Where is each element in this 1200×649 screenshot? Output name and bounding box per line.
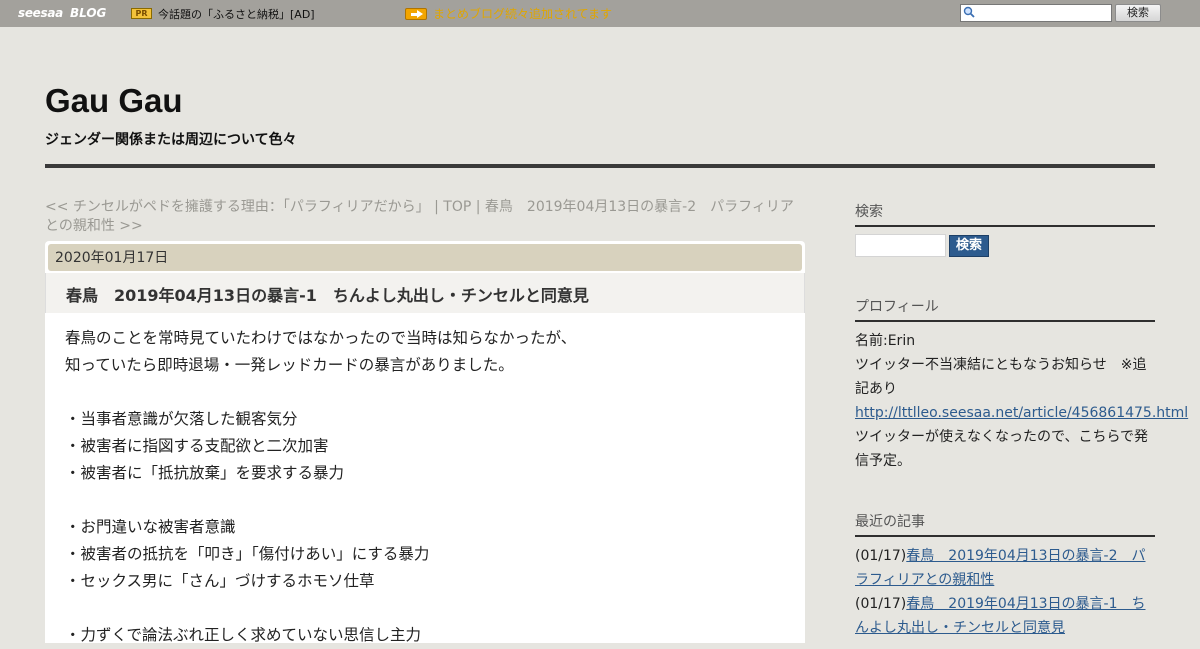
prev-post-link[interactable]: << チンセルがペドを擁護する理由：「パラフィリアだから」	[45, 199, 430, 215]
profile-notice: ツイッター不当凍結にともなうお知らせ ※追記あり	[855, 357, 1147, 397]
post-title[interactable]: 春鳥 2019年04月13日の暴言-1 ちんよし丸出し・チンセルと同意見	[66, 282, 589, 306]
post-line: ・被害者の抵抗を「叩き」「傷付けあい」にする暴力	[65, 545, 430, 563]
profile-note: ツイッターが使えなくなったので、こちらで発信予定。	[855, 429, 1149, 469]
post-line	[65, 595, 785, 622]
pr-badge: PR	[131, 8, 152, 19]
sidebar-search-heading: 検索	[855, 201, 1155, 227]
nav-separator: |	[429, 199, 444, 215]
post-line	[65, 379, 785, 406]
notice-link[interactable]: まとめブログ続々追加されてます	[433, 5, 612, 22]
nav-separator: |	[471, 199, 485, 215]
logo-blog-text: BLOG	[69, 6, 107, 20]
post-title-bar: 春鳥 2019年04月13日の暴言-1 ちんよし丸出し・チンセルと同意見	[45, 273, 805, 313]
post-line: ・お門違いな被害者意識	[65, 518, 236, 536]
seesaa-blog-logo[interactable]: seesaa BLOG	[18, 5, 106, 21]
recent-posts-list: (01/17)春鳥 2019年04月13日の暴言-2 パラフィリアとの親和性 (…	[855, 544, 1155, 640]
post-line: 春鳥のことを常時見ていたわけではなかったので当時は知らなかったが、	[65, 329, 577, 347]
post-line	[65, 487, 785, 514]
search-icon	[963, 6, 975, 18]
post-line: ・被害者に「抵抗放棄」を要求する暴力	[65, 464, 345, 482]
post-date: 2020年01月17日	[48, 244, 802, 271]
global-header-bar: seesaa BLOG PR 今話題の「ふるさと納税」[AD] まとめブログ続々…	[0, 0, 1200, 27]
post-line: 知っていたら即時退場・一発レッドカードの暴言がありました。	[65, 356, 514, 374]
profile-name: 名前:Erin	[855, 333, 916, 349]
blog-title[interactable]: Gau Gau	[45, 82, 183, 120]
post-date-bar: 2020年01月17日	[45, 241, 805, 273]
sidebar-search-button[interactable]: 検索	[949, 235, 989, 257]
post-line: ・当事者意識が欠落した観客気分	[65, 410, 298, 428]
recent-post-item: (01/17)春鳥 2019年04月13日の暴言-1 ちんよし丸出し・チンセルと…	[855, 592, 1155, 640]
post-line: ・セックス男に「さん」づけするホモソ仕草	[65, 572, 375, 590]
post-line: ・被害者に指図する支配欲と二次加害	[65, 437, 329, 455]
top-link[interactable]: TOP	[443, 199, 471, 215]
recent-post-item: (01/17)春鳥 2019年04月13日の暴言-2 パラフィリアとの親和性	[855, 544, 1155, 592]
sidebar-search-input[interactable]	[855, 234, 946, 257]
header-search-input[interactable]	[960, 4, 1112, 22]
blog-description: ジェンダー関係または周辺について色々	[45, 132, 297, 148]
post-navigation: << チンセルがペドを擁護する理由：「パラフィリアだから」 | TOP | 春鳥…	[45, 198, 805, 236]
header-search-button[interactable]: 検索	[1115, 4, 1161, 22]
profile-link[interactable]: http://lttlleo.seesaa.net/article/456861…	[855, 405, 1188, 421]
recent-post-date: (01/17)	[855, 548, 907, 564]
sidebar-recent-heading: 最近の記事	[855, 511, 1155, 537]
header-divider	[45, 164, 1155, 168]
logo-seesaa-text: seesaa	[18, 6, 63, 20]
post-body: 春鳥のことを常時見ていたわけではなかったので当時は知らなかったが、 知っていたら…	[45, 313, 805, 644]
recent-post-date: (01/17)	[855, 596, 907, 612]
pr-ad-link[interactable]: 今話題の「ふるさと納税」[AD]	[158, 6, 315, 22]
sidebar-profile-heading: プロフィール	[855, 296, 1155, 322]
post-line: ・力ずくで論法ぶれ正しく求めていない思信し主力	[65, 626, 422, 644]
profile-box: 名前:Erin ツイッター不当凍結にともなうお知らせ ※追記あり http://…	[855, 329, 1188, 473]
arrow-right-icon	[405, 8, 427, 20]
